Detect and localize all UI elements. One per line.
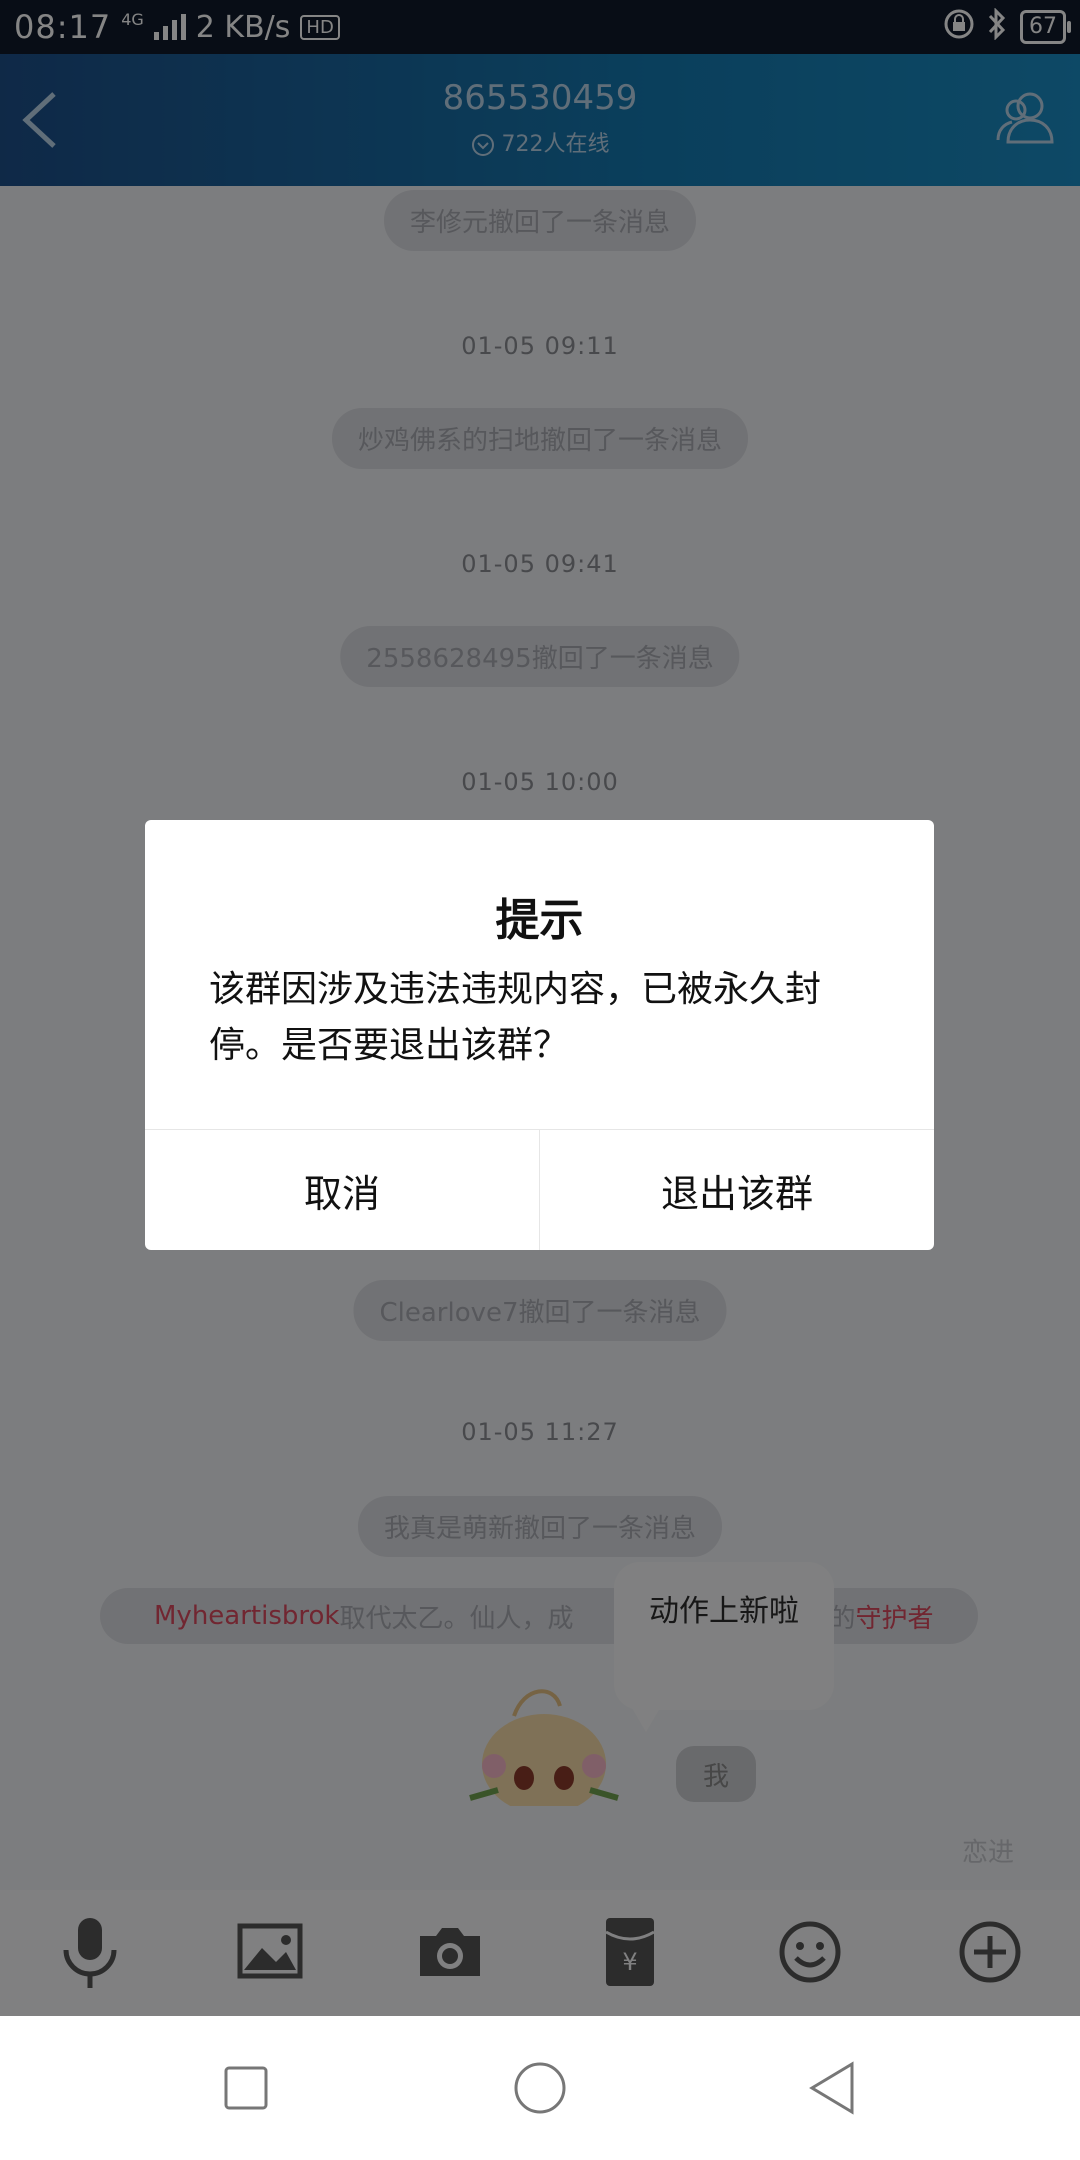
- dialog-title: 提示: [495, 895, 584, 946]
- back-nav-icon[interactable]: [804, 2058, 864, 2118]
- dialog-actions: 取消 退出该群: [145, 1129, 934, 1250]
- home-icon[interactable]: [510, 2058, 570, 2118]
- recent-apps-icon[interactable]: [216, 2058, 276, 2118]
- cancel-button[interactable]: 取消: [145, 1130, 539, 1250]
- dialog-message: 该群因涉及违法违规内容，已被永久封停。是否要退出该群？: [209, 969, 822, 1066]
- exit-group-button[interactable]: 退出该群: [539, 1130, 934, 1250]
- exit-group-dialog: 提示 该群因涉及违法违规内容，已被永久封停。是否要退出该群？ 取消 退出该群: [145, 820, 934, 1250]
- system-nav-bar: [0, 2016, 1080, 2160]
